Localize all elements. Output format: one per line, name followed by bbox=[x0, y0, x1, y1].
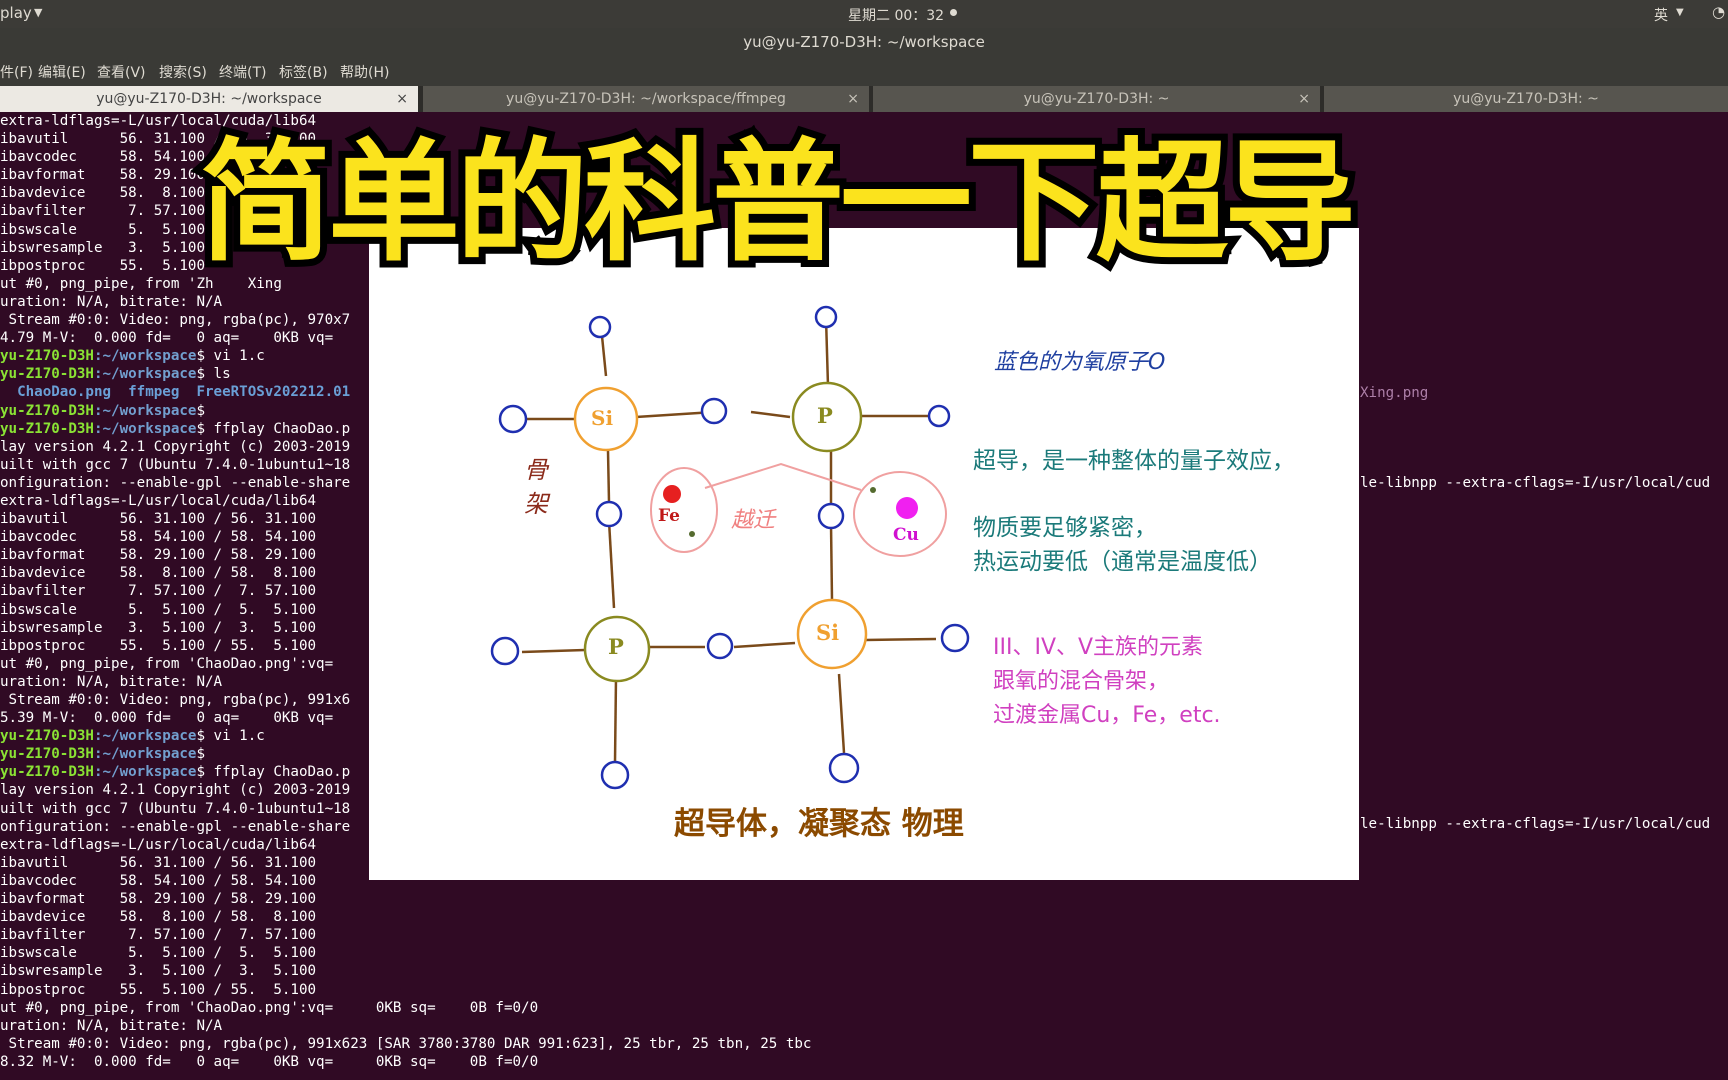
menu-file[interactable]: 件(F) bbox=[0, 62, 33, 82]
terminal-line: ibswresample 3. 5.100 / 3. 5.100 bbox=[0, 963, 317, 980]
atom-label-si: Si bbox=[591, 406, 614, 430]
command-text: $ ls bbox=[196, 366, 231, 383]
menu-edit[interactable]: 编辑(E) bbox=[38, 62, 86, 82]
tab-label: yu@yu-Z170-D3H: ~ bbox=[1453, 91, 1599, 107]
fe-dot bbox=[663, 485, 681, 503]
tab-label: yu@yu-Z170-D3H: ~ bbox=[1023, 91, 1170, 107]
prompt-path: :~/workspace bbox=[93, 728, 197, 745]
prompt-path: :~/workspace bbox=[93, 402, 197, 419]
input-method-arrow-icon[interactable]: ▼ bbox=[1676, 7, 1684, 18]
prompt-user: yu-Z170-D3H bbox=[0, 746, 94, 763]
menu-terminal[interactable]: 终端(T) bbox=[219, 62, 266, 82]
skeleton-label-2: 架 bbox=[524, 490, 548, 518]
prompt-user: yu-Z170-D3H bbox=[0, 402, 94, 419]
terminal-line: Stream #0:0: Video: png, rgba(pc), 991x6… bbox=[0, 1035, 812, 1052]
tab-ffmpeg[interactable]: yu@yu-Z170-D3H: ~/workspace/ffmpeg × bbox=[423, 86, 869, 112]
close-icon[interactable]: × bbox=[1298, 86, 1310, 112]
atom-label-si: Si bbox=[816, 620, 840, 645]
atom-label-fe: Fe bbox=[658, 506, 680, 526]
text-low-temperature: 热运动要低（通常是温度低） bbox=[973, 549, 1272, 575]
command-text: $ bbox=[196, 746, 206, 763]
app-menu-arrow-icon[interactable]: ▼ bbox=[34, 6, 42, 19]
atom-label-p: P bbox=[817, 403, 833, 428]
terminal-line: ibswscale 5. 5.100 / 5. 5.100 bbox=[0, 945, 317, 962]
command-text: $ vi 1.c bbox=[196, 348, 265, 365]
menu-view[interactable]: 查看(V) bbox=[97, 62, 146, 82]
top-panel: play ▼ 星期二 00：32 英 ▼ ◔ bbox=[0, 0, 1728, 28]
command-text: $ bbox=[196, 402, 206, 419]
tab-home[interactable]: yu@yu-Z170-D3H: ~ × bbox=[873, 86, 1320, 112]
prompt-user: yu-Z170-D3H bbox=[0, 366, 94, 383]
command-text: $ vi 1.c bbox=[196, 728, 265, 745]
text-oxygen-skeleton: 跟氧的混合骨架， bbox=[993, 669, 1170, 694]
prompt-user: yu-Z170-D3H bbox=[0, 348, 94, 365]
hop-label: 越迁 bbox=[731, 508, 776, 533]
text-transition-metals: 过渡金属Cu，Fe，etc. bbox=[993, 703, 1221, 728]
tab-workspace[interactable]: yu@yu-Z170-D3H: ~/workspace × bbox=[0, 86, 418, 112]
prompt-path: :~/workspace bbox=[93, 746, 197, 763]
prompt-path: :~/workspace bbox=[93, 764, 197, 781]
file-list: ChaoDao.png ffmpeg FreeRTOSv202212.01 bbox=[0, 384, 351, 401]
app-menu[interactable]: play bbox=[0, 4, 32, 22]
prompt-user: yu-Z170-D3H bbox=[0, 728, 94, 745]
tab-bar: yu@yu-Z170-D3H: ~/workspace × yu@yu-Z170… bbox=[0, 86, 1728, 112]
menu-tabs[interactable]: 标签(B) bbox=[279, 62, 328, 82]
terminal-config-tail-2: le-libnpp --extra-cflags=-I/usr/local/cu… bbox=[1360, 816, 1711, 832]
terminal-line: ibavdevice 58. 8.100 / 58. 8.100 bbox=[0, 909, 317, 926]
cu-dot bbox=[896, 497, 918, 519]
menu-bar: 件(F) 编辑(E) 查看(V) 搜索(S) 终端(T) 标签(B) 帮助(H) bbox=[0, 56, 1728, 86]
clock[interactable]: 星期二 00：32 bbox=[848, 5, 944, 25]
terminal-line: ibavfilter 7. 57.100 / 7. 57.100 bbox=[0, 927, 317, 944]
tab-home-2[interactable]: yu@yu-Z170-D3H: ~ bbox=[1324, 86, 1728, 112]
command-text: $ ffplay ChaoDao.p bbox=[196, 420, 351, 437]
atom-label-p: P bbox=[608, 634, 624, 659]
wifi-icon[interactable]: ◔ bbox=[1712, 3, 1725, 21]
small-dot bbox=[689, 531, 695, 537]
terminal-line: 8.32 M-V: 0.000 fd= 0 aq= 0KB vq= 0KB sq… bbox=[0, 1053, 539, 1070]
text-quantum-effect: 超导，是一种整体的量子效应， bbox=[973, 448, 1295, 474]
close-icon[interactable]: × bbox=[396, 86, 408, 112]
prompt-path: :~/workspace bbox=[93, 348, 197, 365]
prompt-user: yu-Z170-D3H bbox=[0, 764, 94, 781]
menu-search[interactable]: 搜索(S) bbox=[159, 62, 207, 82]
oxygen-caption: 蓝色的为氧原子O bbox=[994, 350, 1166, 375]
command-text: $ ffplay ChaoDao.p bbox=[196, 764, 351, 781]
tab-label: yu@yu-Z170-D3H: ~/workspace/ffmpeg bbox=[506, 91, 786, 107]
window-title: yu@yu-Z170-D3H: ~/workspace bbox=[0, 28, 1728, 56]
small-dot bbox=[870, 487, 876, 493]
prompt-path: :~/workspace bbox=[93, 366, 197, 383]
terminal-line: uration: N/A, bitrate: N/A bbox=[0, 1017, 223, 1034]
menu-help[interactable]: 帮助(H) bbox=[340, 62, 389, 82]
skeleton-label-1: 骨 bbox=[524, 456, 548, 484]
input-method[interactable]: 英 bbox=[1654, 5, 1668, 25]
prompt-path: :~/workspace bbox=[93, 420, 197, 437]
ffplay-image-window[interactable]: Si P P Si Fe Cu 越迁 骨 架 蓝色的为氧原子O 超导，是一种整体… bbox=[369, 228, 1359, 880]
prompt-user: yu-Z170-D3H bbox=[0, 420, 94, 437]
terminal-line: ibavformat 58. 29.100 / 58. 29.100 bbox=[0, 891, 317, 908]
terminal-line: ibpostproc 55. 5.100 / 55. 5.100 bbox=[0, 981, 317, 998]
terminal-file-png: Xing.png bbox=[1360, 385, 1429, 401]
terminal-line: ut #0, png_pipe, from 'ChaoDao.png':vq= … bbox=[0, 999, 539, 1016]
close-icon[interactable]: × bbox=[847, 86, 859, 112]
hop-line bbox=[704, 462, 862, 491]
text-main-group: III、IV、V主族的元素 bbox=[993, 635, 1204, 660]
text-dense-matter: 物质要足够紧密， bbox=[973, 515, 1157, 541]
video-title-overlay: 简单的科普一下超导 bbox=[193, 121, 1363, 285]
atom-label-cu: Cu bbox=[893, 525, 919, 545]
notification-dot-icon bbox=[950, 9, 957, 16]
tab-label: yu@yu-Z170-D3H: ~/workspace bbox=[96, 91, 322, 107]
terminal-config-tail: le-libnpp --extra-cflags=-I/usr/local/cu… bbox=[1360, 475, 1711, 491]
bottom-caption: 超导体，凝聚态 物理 bbox=[674, 806, 964, 842]
